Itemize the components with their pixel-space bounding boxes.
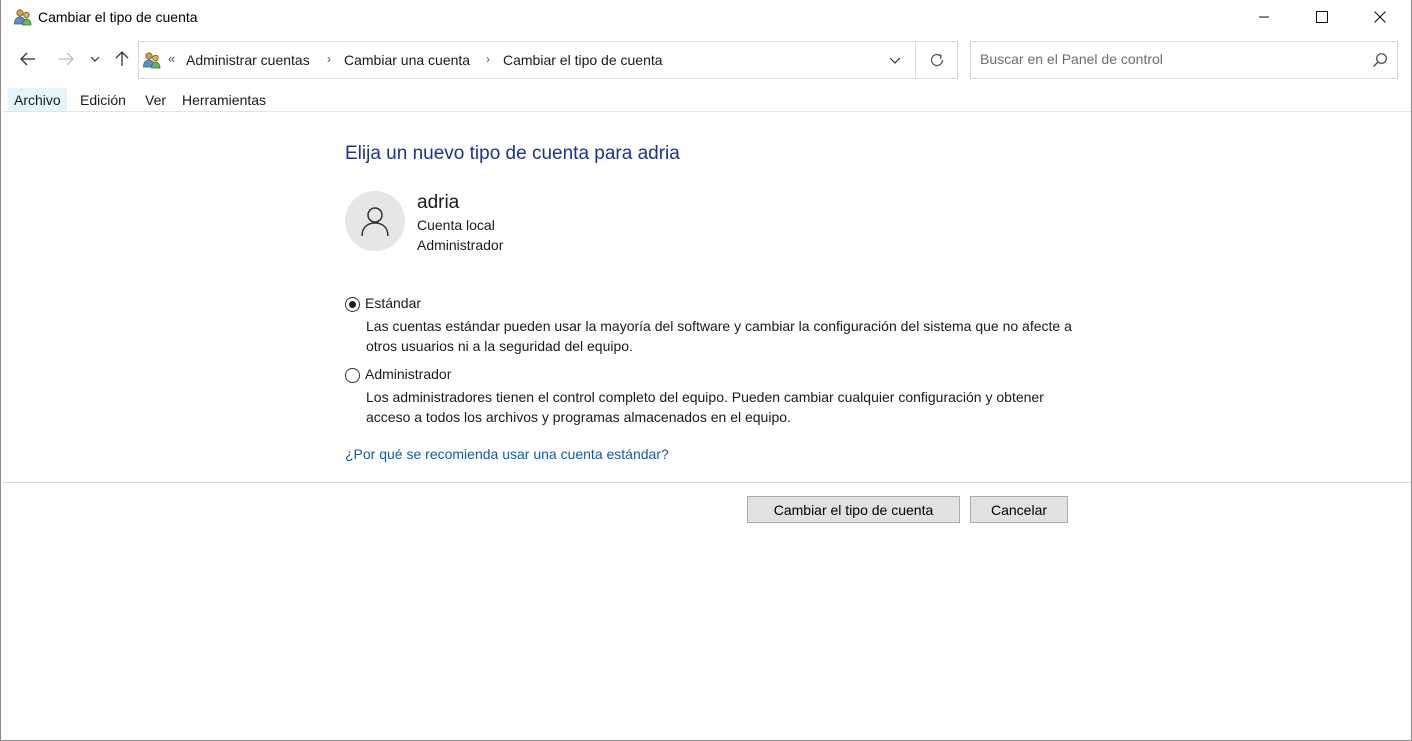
- menu-archivo[interactable]: Archivo: [8, 88, 67, 111]
- users-icon: [14, 9, 32, 26]
- change-account-type-button[interactable]: Cambiar el tipo de cuenta: [747, 496, 960, 523]
- why-standard-account-link[interactable]: ¿Por qué se recomienda usar una cuenta e…: [345, 446, 669, 462]
- radio-administrador[interactable]: [345, 368, 360, 383]
- minimize-button[interactable]: [1235, 0, 1293, 34]
- arrow-up-icon: [115, 51, 129, 66]
- search-box: [970, 41, 1398, 79]
- divider: [3, 482, 1411, 483]
- user-icon: [361, 207, 389, 237]
- cancel-button[interactable]: Cancelar: [970, 496, 1068, 523]
- menu-herramientas[interactable]: Herramientas: [176, 88, 272, 111]
- close-icon: [1374, 11, 1386, 23]
- navigation-bar: « Administrar cuentas › Cambiar una cuen…: [1, 36, 1411, 84]
- forward-button[interactable]: [53, 46, 79, 72]
- main-content: Elija un nuevo tipo de cuenta para adria…: [3, 113, 1411, 740]
- search-icon[interactable]: [1372, 52, 1388, 68]
- menu-ver[interactable]: Ver: [139, 88, 172, 111]
- radio-estandar[interactable]: [345, 297, 360, 312]
- refresh-button[interactable]: [915, 41, 958, 79]
- option-administrador-label[interactable]: Administrador: [365, 366, 451, 382]
- window-title: Cambiar el tipo de cuenta: [38, 9, 198, 25]
- arrow-right-icon: [59, 52, 74, 66]
- avatar: [345, 191, 405, 251]
- back-button[interactable]: [15, 46, 41, 72]
- address-history-dropdown[interactable]: [883, 48, 907, 72]
- recent-locations-button[interactable]: [85, 46, 105, 72]
- control-panel-window: Cambiar el tipo de cuenta « Administrar …: [0, 0, 1412, 741]
- maximize-button[interactable]: [1293, 0, 1351, 34]
- chevron-right-icon[interactable]: ›: [327, 52, 331, 66]
- chevron-down-icon: [889, 57, 901, 64]
- breadcrumb-cambiar-una-cuenta[interactable]: Cambiar una cuenta: [344, 52, 470, 68]
- page-title: Elija un nuevo tipo de cuenta para adria: [345, 143, 680, 164]
- user-name: adria: [417, 192, 460, 213]
- chevron-right-icon[interactable]: ›: [486, 52, 490, 66]
- users-icon: [143, 52, 161, 69]
- breadcrumb-cambiar-el-tipo-de-cuenta[interactable]: Cambiar el tipo de cuenta: [503, 52, 663, 68]
- maximize-icon: [1316, 11, 1328, 23]
- search-input[interactable]: [980, 51, 1360, 67]
- chevron-down-icon: [90, 56, 100, 62]
- menu-edicion[interactable]: Edición: [74, 88, 132, 111]
- minimize-icon: [1259, 16, 1269, 18]
- user-account-kind: Cuenta local: [417, 217, 495, 233]
- option-estandar-description: Las cuentas estándar pueden usar la mayo…: [366, 318, 1072, 354]
- menu-bar: Archivo Edición Ver Herramientas: [3, 88, 1411, 112]
- refresh-icon: [930, 53, 943, 67]
- breadcrumb-administrar-cuentas[interactable]: Administrar cuentas: [186, 52, 310, 68]
- arrow-left-icon: [20, 52, 35, 66]
- title-bar: Cambiar el tipo de cuenta: [1, 0, 1411, 36]
- close-button[interactable]: [1351, 0, 1409, 34]
- user-role: Administrador: [417, 237, 504, 253]
- up-button[interactable]: [109, 46, 135, 72]
- address-bar[interactable]: « Administrar cuentas › Cambiar una cuen…: [138, 41, 916, 79]
- option-administrador-description: Los administradores tienen el control co…: [366, 389, 1044, 425]
- option-estandar-label[interactable]: Estándar: [365, 295, 421, 311]
- breadcrumb-overflow-button[interactable]: «: [168, 51, 175, 66]
